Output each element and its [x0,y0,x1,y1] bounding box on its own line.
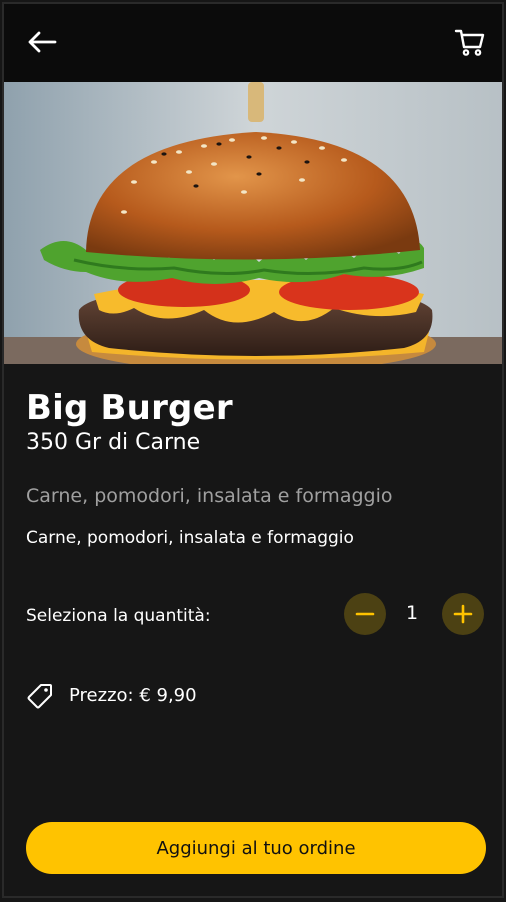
quantity-label: Seleziona la quantità: [26,606,211,626]
quantity-decrease-button[interactable] [344,593,386,635]
product-subtitle: 350 Gr di Carne [26,430,201,455]
minus-icon [355,612,375,616]
shopping-cart-icon [454,29,485,56]
quantity-increase-button[interactable] [442,593,484,635]
arrow-left-icon [28,31,57,53]
add-to-order-button[interactable]: Aggiungi al tuo ordine [26,822,486,874]
back-button[interactable] [22,24,62,60]
price-tag-icon [27,684,52,709]
plus-icon [453,604,473,624]
price-text: Prezzo: € 9,90 [69,685,197,706]
cart-button[interactable] [450,22,490,62]
product-title: Big Burger [26,388,233,428]
burger-illustration [4,82,502,364]
quantity-value: 1 [405,602,419,624]
product-detail-screen: Big Burger 350 Gr di Carne Carne, pomodo… [2,2,504,898]
product-ingredients: Carne, pomodori, insalata e formaggio [26,528,354,548]
top-bar [4,4,502,82]
product-image [4,82,502,364]
product-description: Carne, pomodori, insalata e formaggio [26,485,393,507]
